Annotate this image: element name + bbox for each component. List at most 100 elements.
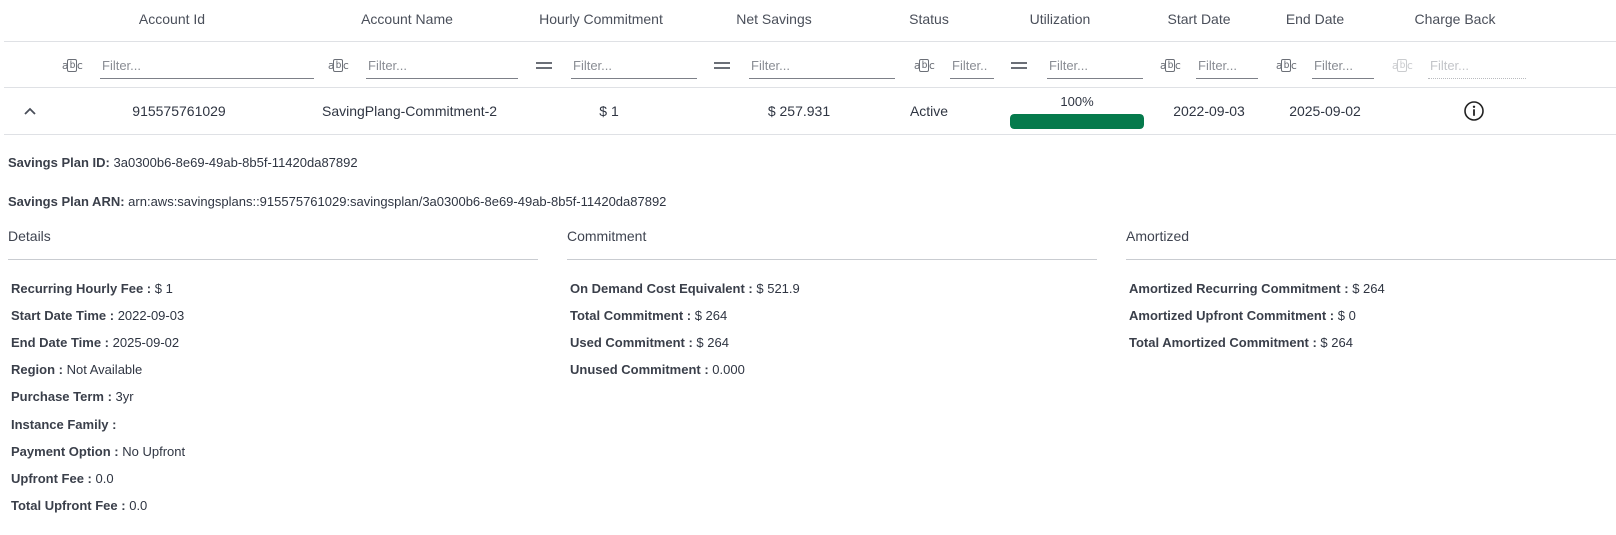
amortized-item-value: $ 264 <box>1320 335 1353 351</box>
table-row[interactable]: 915575761029 SavingPlang-Commitment-2 $ … <box>4 88 1616 135</box>
utilization-filter-input[interactable] <box>1047 52 1143 79</box>
detail-item-label: Recurring Hourly Fee : <box>11 281 152 296</box>
info-icon[interactable] <box>1463 100 1485 122</box>
text-filter-icon[interactable]: abc <box>326 57 350 73</box>
detail-item-label: Start Date Time : <box>11 308 115 324</box>
amortized-item-label: Amortized Recurring Commitment : <box>1129 281 1349 296</box>
savings-plan-arn: Savings Plan ARN: arn:aws:savingsplans::… <box>8 194 666 209</box>
commitment-item: Used Commitment : $ 264 <box>570 335 729 350</box>
savings-plan-id-label: Savings Plan ID: <box>8 155 110 170</box>
commitment-item: Unused Commitment : 0.000 <box>570 362 745 377</box>
status-cell: Active <box>909 103 949 119</box>
column-header-charge-back[interactable]: Charge Back <box>1400 0 1510 41</box>
account-name-cell: SavingPlang-Commitment-2 <box>322 103 498 119</box>
commitment-item: On Demand Cost Equivalent : $ 521.9 <box>570 281 800 296</box>
detail-item: Region : Not Available <box>11 362 142 377</box>
text-filter-icon[interactable]: abc <box>1158 57 1182 73</box>
savings-plan-arn-value: arn:aws:savingsplans::915575761029:savin… <box>128 194 667 209</box>
commitment-item-label: Unused Commitment : <box>570 362 709 378</box>
column-header-end-date[interactable]: End Date <box>1270 0 1360 41</box>
detail-item-value: Not Available <box>66 362 143 378</box>
amortized-item-value: $ 0 <box>1337 308 1356 324</box>
text-filter-icon[interactable]: abc <box>912 57 936 73</box>
detail-item-value: 0.0 <box>129 497 148 513</box>
detail-item: Recurring Hourly Fee : $ 1 <box>11 281 173 296</box>
end-date-cell: 2025-09-02 <box>1289 103 1361 119</box>
hourly-commitment-cell: $ 1 <box>599 103 619 119</box>
equals-icon[interactable] <box>714 57 730 73</box>
detail-item-value: 2025-09-02 <box>112 335 180 351</box>
equals-icon[interactable] <box>536 57 552 73</box>
detail-item-label: Region : <box>11 362 63 378</box>
net-savings-filter-input[interactable] <box>749 52 895 79</box>
detail-item-value: 3yr <box>115 389 134 405</box>
grid-filter-row: abc abc abc abc abc abc <box>4 42 1616 88</box>
text-filter-icon: abc <box>1391 58 1413 72</box>
detail-item-label: Upfront Fee : <box>11 470 92 486</box>
commitment-item-label: Used Commitment : <box>570 335 693 351</box>
amortized-divider <box>1126 259 1616 260</box>
amortized-item: Total Amortized Commitment : $ 264 <box>1129 335 1353 350</box>
amortized-item: Amortized Recurring Commitment : $ 264 <box>1129 281 1385 296</box>
detail-item: Start Date Time : 2022-09-03 <box>11 308 184 323</box>
amortized-section-title: Amortized <box>1126 228 1190 244</box>
column-header-account-id[interactable]: Account Id <box>56 0 288 41</box>
detail-item-value: 2022-09-03 <box>117 308 185 324</box>
detail-item-label: Instance Family : <box>11 416 117 432</box>
text-filter-icon[interactable]: abc <box>1274 57 1298 73</box>
detail-item-value: 0.0 <box>95 470 114 486</box>
detail-item-value: No Upfront <box>122 443 186 459</box>
commitment-item-label: On Demand Cost Equivalent : <box>570 281 753 296</box>
text-filter-icon[interactable]: abc <box>60 57 84 73</box>
start-date-cell: 2022-09-03 <box>1173 103 1245 119</box>
detail-item-label: Total Upfront Fee : <box>11 497 126 513</box>
commitment-item-value: $ 264 <box>694 308 728 324</box>
grid-header-row: Account Id Account Name Hourly Commitmen… <box>4 0 1616 42</box>
detail-item-value: $ 1 <box>154 281 173 296</box>
utilization-progress-bar <box>1010 114 1144 129</box>
amortized-item-value: $ 264 <box>1352 281 1385 296</box>
chevron-up-icon[interactable] <box>22 103 38 119</box>
column-header-start-date[interactable]: Start Date <box>1154 0 1244 41</box>
end-date-filter-input[interactable] <box>1312 52 1374 79</box>
account-id-filter-input[interactable] <box>100 52 314 79</box>
amortized-item-label: Amortized Upfront Commitment : <box>1129 308 1335 324</box>
commitment-item-label: Total Commitment : <box>570 308 692 324</box>
utilization-progress-fill <box>1010 114 1144 129</box>
net-savings-cell: $ 257.931 <box>767 103 831 119</box>
status-filter-input[interactable] <box>950 52 994 79</box>
hourly-commitment-filter-input[interactable] <box>571 52 697 79</box>
utilization-label: 100% <box>1060 94 1094 109</box>
commitment-item-value: 0.000 <box>712 362 745 378</box>
detail-item-label: Payment Option : <box>11 443 119 459</box>
account-id-cell: 915575761029 <box>132 103 226 119</box>
detail-item-label: End Date Time : <box>11 335 110 351</box>
column-header-utilization[interactable]: Utilization <box>1004 0 1116 41</box>
detail-item: Purchase Term : 3yr <box>11 389 134 404</box>
commitment-item-value: $ 521.9 <box>756 281 800 296</box>
detail-item: Total Upfront Fee : 0.0 <box>11 498 147 513</box>
commitment-divider <box>567 259 1097 260</box>
commitment-item-value: $ 264 <box>696 335 729 351</box>
amortized-item: Amortized Upfront Commitment : $ 0 <box>1129 308 1356 323</box>
start-date-filter-input[interactable] <box>1196 52 1258 79</box>
detail-item: End Date Time : 2025-09-02 <box>11 335 179 350</box>
detail-item-label: Purchase Term : <box>11 389 112 405</box>
column-header-status[interactable]: Status <box>884 0 974 41</box>
detail-item: Instance Family : <box>11 417 116 432</box>
amortized-item-label: Total Amortized Commitment : <box>1129 335 1317 351</box>
details-section-title: Details <box>8 228 51 244</box>
commitment-item: Total Commitment : $ 264 <box>570 308 727 323</box>
commitment-section-title: Commitment <box>567 228 647 244</box>
column-header-hourly-commitment[interactable]: Hourly Commitment <box>526 0 676 41</box>
column-header-net-savings[interactable]: Net Savings <box>704 0 844 41</box>
savings-plan-id: Savings Plan ID: 3a0300b6-8e69-49ab-8b5f… <box>8 155 358 170</box>
savings-plan-arn-label: Savings Plan ARN: <box>8 194 125 209</box>
charge-back-filter-input <box>1428 52 1526 79</box>
detail-item: Payment Option : No Upfront <box>11 444 185 459</box>
detail-item: Upfront Fee : 0.0 <box>11 471 114 486</box>
equals-icon[interactable] <box>1011 57 1027 73</box>
column-header-account-name[interactable]: Account Name <box>322 0 492 41</box>
account-name-filter-input[interactable] <box>366 52 518 79</box>
details-divider <box>8 259 538 260</box>
